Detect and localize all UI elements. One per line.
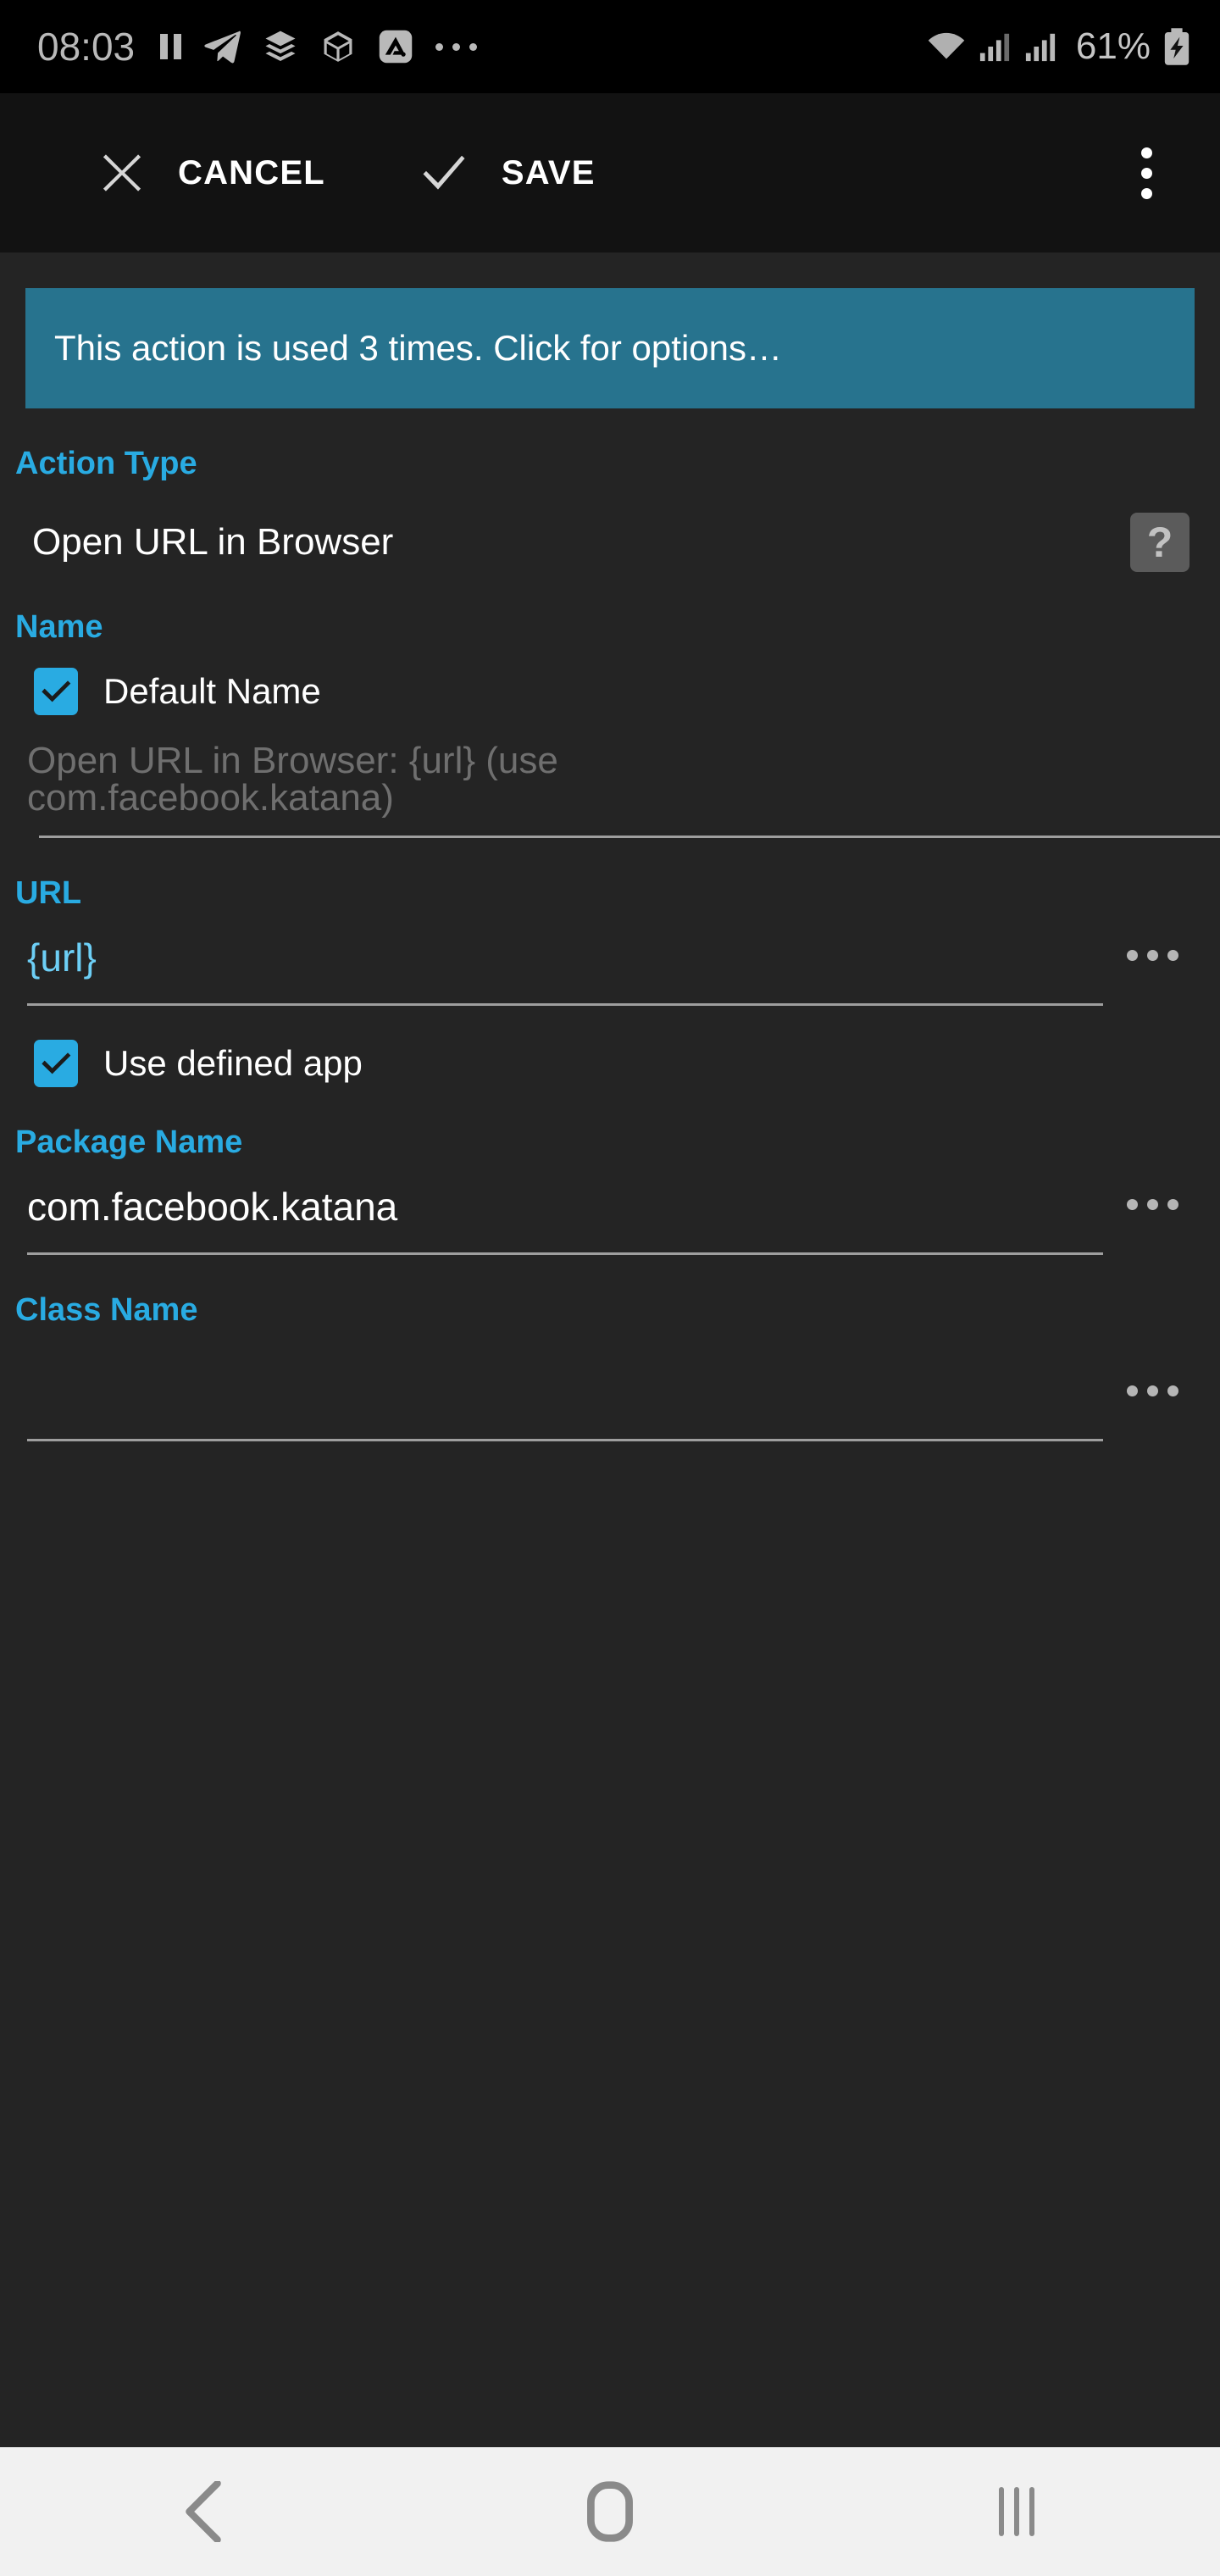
- usage-banner[interactable]: This action is used 3 times. Click for o…: [25, 288, 1195, 408]
- url-label: URL: [15, 875, 82, 911]
- nav-home-button[interactable]: [525, 2447, 695, 2576]
- checkbox-checked-icon: [34, 1040, 78, 1087]
- class-name-field-row: [15, 1373, 1205, 1420]
- action-type-value: Open URL in Browser: [32, 521, 394, 563]
- package-name-field-underline: [27, 1252, 1103, 1255]
- cancel-button-label: CANCEL: [178, 153, 325, 192]
- cancel-button[interactable]: CANCEL: [0, 93, 325, 253]
- signal-icon: [1025, 33, 1056, 62]
- status-bar-notification-icons: [160, 29, 478, 64]
- telegram-icon: [204, 31, 241, 64]
- class-name-field-underline: [27, 1439, 1103, 1441]
- save-button-label: SAVE: [501, 153, 596, 192]
- action-type-row[interactable]: Open URL in Browser ?: [15, 513, 1205, 572]
- package-name-input-wrap[interactable]: com.facebook.katana: [15, 1186, 1091, 1234]
- nav-recents-button[interactable]: [932, 2447, 1101, 2576]
- package-name-more-button[interactable]: [1123, 1187, 1182, 1222]
- action-edit-form: This action is used 3 times. Click for o…: [0, 253, 1220, 2447]
- status-bar-system-icons: 61%: [927, 25, 1191, 68]
- action-bar: CANCEL SAVE: [0, 93, 1220, 253]
- battery-charging-icon: [1164, 28, 1190, 65]
- signal-icon: [979, 33, 1010, 62]
- recents-bars-icon: [1014, 2487, 1019, 2536]
- help-question-icon[interactable]: ?: [1130, 513, 1190, 572]
- wifi-icon: [928, 32, 965, 59]
- url-field-underline: [27, 1003, 1103, 1006]
- package-name-label: Package Name: [15, 1124, 243, 1160]
- url-more-button[interactable]: [1123, 938, 1182, 973]
- use-defined-app-checkbox[interactable]: Use defined app: [15, 1040, 1205, 1087]
- pause-icon: [160, 34, 182, 59]
- checkbox-checked-icon: [34, 668, 78, 715]
- save-button[interactable]: SAVE: [325, 93, 596, 253]
- class-name-input-value: [27, 1373, 1091, 1420]
- package-name-input-value: com.facebook.katana: [27, 1185, 398, 1229]
- class-name-input-wrap[interactable]: [15, 1373, 1091, 1420]
- recents-bars-icon: [999, 2487, 1004, 2536]
- name-label: Name: [15, 609, 103, 645]
- recents-bars-icon: [1029, 2487, 1034, 2536]
- use-defined-app-checkbox-label: Use defined app: [103, 1043, 363, 1083]
- close-icon: [103, 154, 141, 192]
- class-name-label: Class Name: [15, 1292, 198, 1328]
- cube-icon: [324, 31, 352, 62]
- url-input-value: {url}: [27, 935, 97, 980]
- nav-back-button[interactable]: [119, 2447, 288, 2576]
- overflow-menu-icon[interactable]: [1100, 126, 1193, 219]
- check-icon: [423, 155, 465, 190]
- autotools-icon: [379, 30, 413, 64]
- layers-icon: [265, 31, 296, 61]
- app-screen: 08:03 61% CANCEL SAVE This action is use…: [0, 0, 1220, 2576]
- status-bar-clock: 08:03: [37, 25, 136, 69]
- default-name-checkbox-label: Default Name: [103, 671, 321, 711]
- package-name-field-row: com.facebook.katana: [15, 1186, 1205, 1234]
- name-preview-placeholder: Open URL in Browser: {url} (use com.face…: [27, 740, 558, 819]
- url-field-row: {url}: [15, 937, 1205, 985]
- home-square-icon: [587, 2481, 633, 2542]
- name-field-underline: [39, 836, 1220, 838]
- more-dots-icon: [435, 42, 478, 51]
- default-name-checkbox[interactable]: Default Name: [15, 668, 1205, 715]
- action-type-label: Action Type: [15, 446, 197, 481]
- back-chevron-icon: [186, 2481, 221, 2542]
- name-preview-field: Open URL in Browser: {url} (use com.face…: [15, 740, 1220, 838]
- class-name-more-button[interactable]: [1123, 1374, 1182, 1408]
- system-navigation-bar: [0, 2447, 1220, 2576]
- url-input-wrap[interactable]: {url}: [15, 937, 1091, 985]
- status-bar: 08:03 61%: [0, 0, 1220, 93]
- battery-percentage: 61%: [1075, 25, 1151, 67]
- form-body: Action Type Open URL in Browser ? Name D…: [0, 446, 1220, 1441]
- usage-banner-text: This action is used 3 times. Click for o…: [54, 328, 782, 368]
